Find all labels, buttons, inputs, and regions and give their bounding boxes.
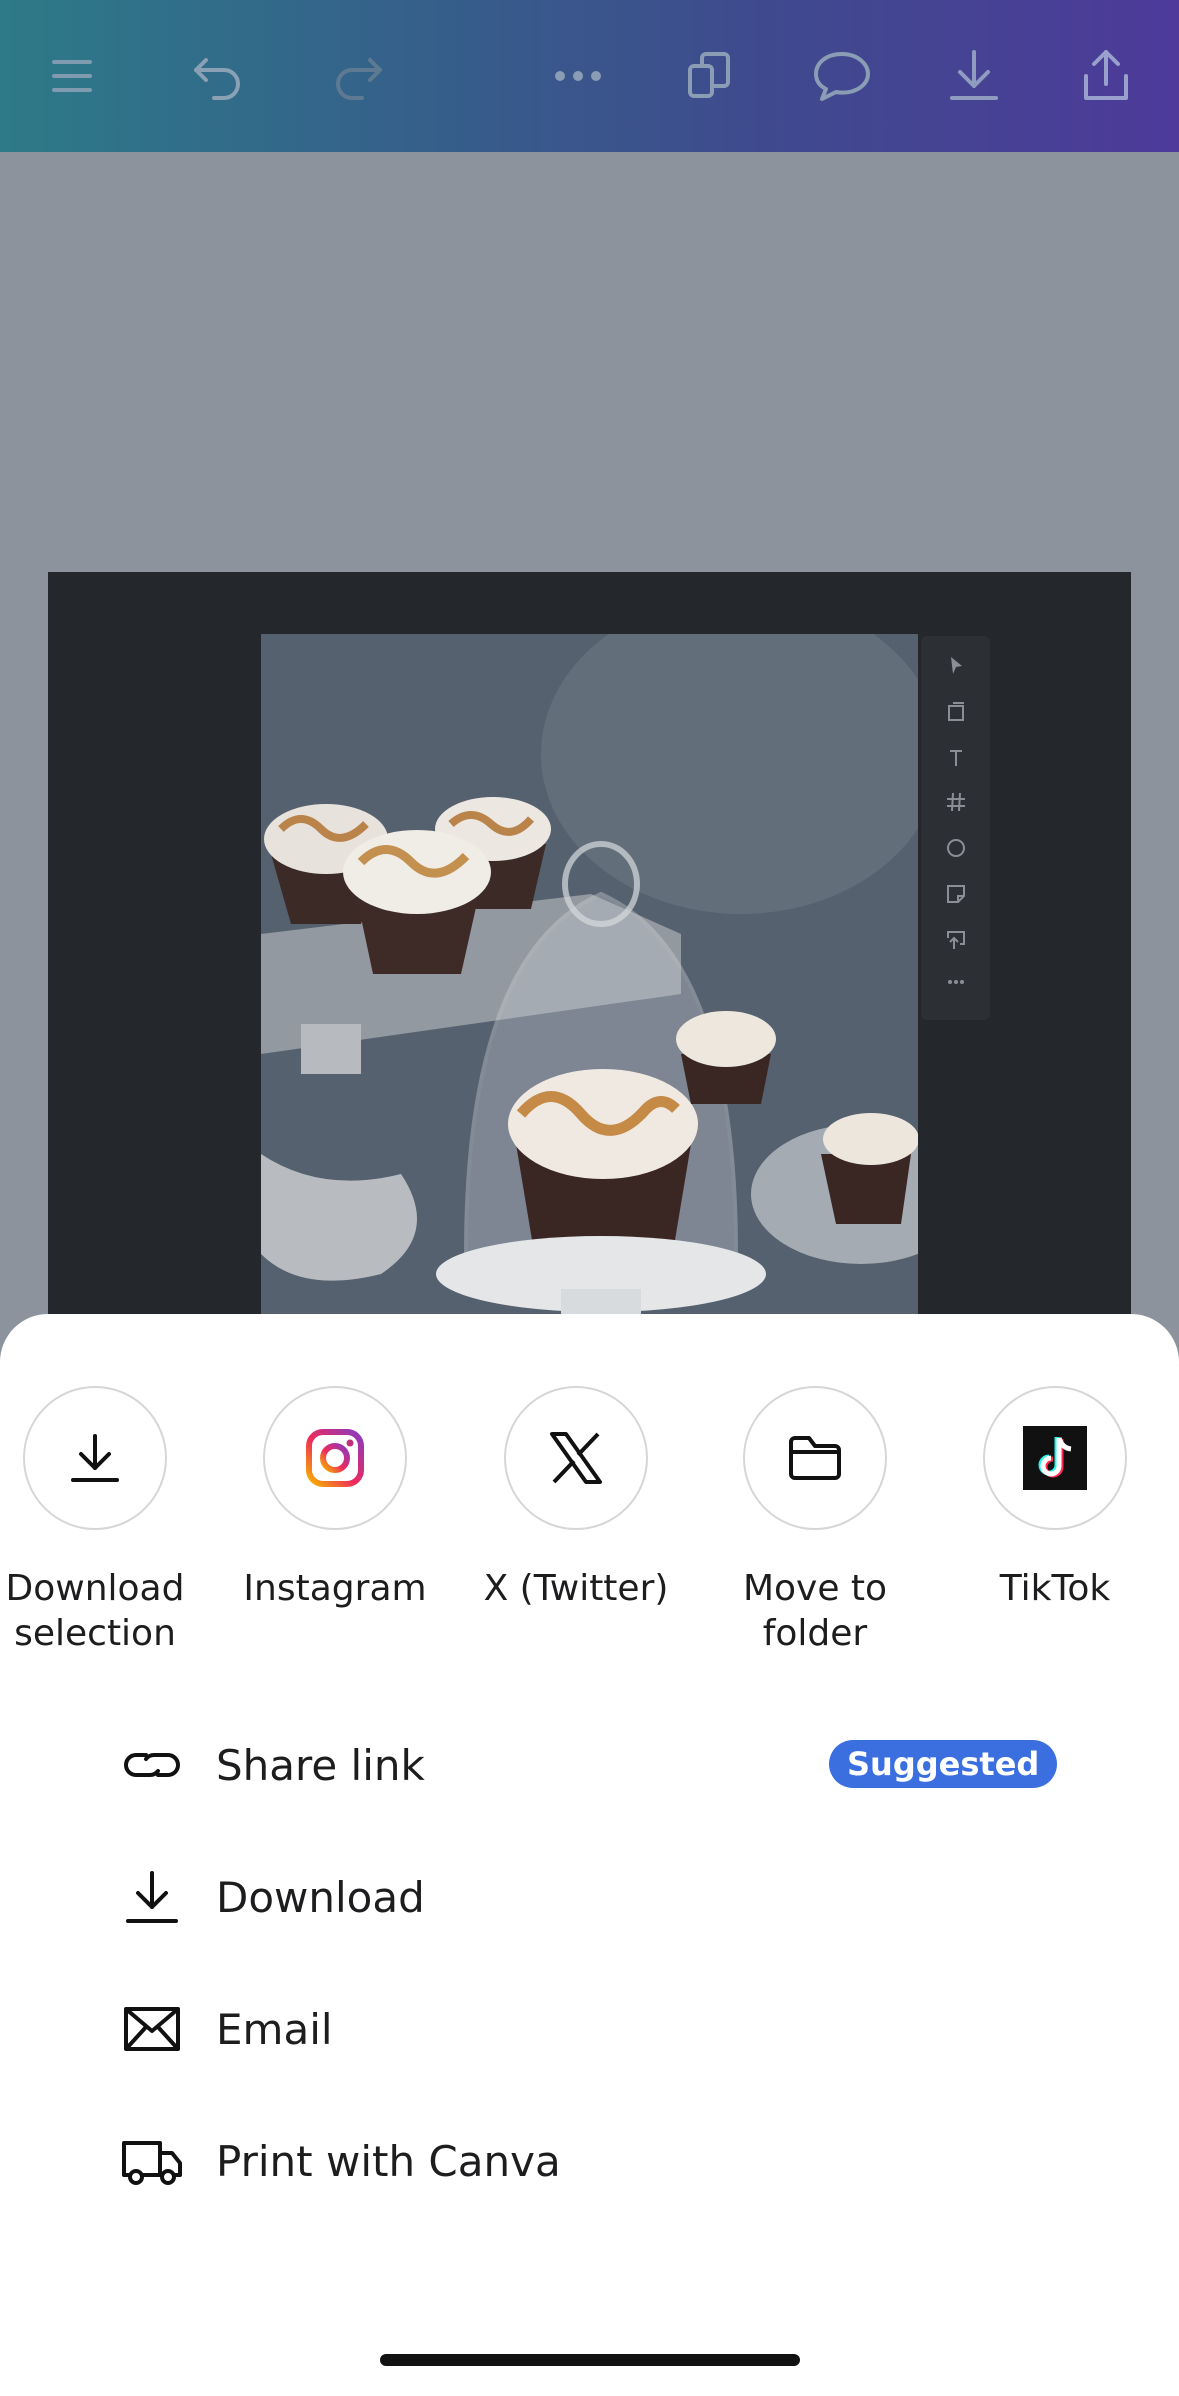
print-with-canva-label: Print with Canva: [216, 2136, 561, 2186]
instagram-icon: [306, 1429, 364, 1487]
undo-icon[interactable]: [182, 40, 254, 112]
redo-icon[interactable]: [322, 40, 394, 112]
email-option[interactable]: Email: [120, 1984, 1070, 2074]
truck-icon: [120, 2125, 192, 2197]
share-app-instagram[interactable]: Instagram: [215, 1386, 455, 1611]
print-with-canva-option[interactable]: Print with Canva: [120, 2116, 1070, 2206]
comment-icon[interactable]: [806, 40, 878, 112]
tiktok-icon: [1023, 1426, 1087, 1490]
share-app-label: Move to folder: [742, 1568, 888, 1654]
pointer-icon[interactable]: [921, 646, 990, 686]
top-toolbar: [0, 0, 1179, 152]
x-twitter-icon: [550, 1432, 602, 1484]
share-app-label: Download selection: [5, 1568, 185, 1654]
text-icon[interactable]: [921, 738, 990, 778]
share-app-download-selection[interactable]: Download selection: [0, 1386, 215, 1656]
share-app-move-to-folder[interactable]: Move to folder: [695, 1386, 935, 1656]
share-app-tiktok[interactable]: TikTok: [935, 1386, 1175, 1611]
suggested-badge: Suggested: [829, 1740, 1058, 1788]
share-sheet: Download selection Instagram X (Twitter)…: [0, 1314, 1179, 2396]
circle-icon[interactable]: [921, 828, 990, 868]
menu-icon[interactable]: [36, 40, 108, 112]
more-icon[interactable]: [921, 962, 990, 1002]
download-icon: [120, 1861, 192, 1933]
pages-icon[interactable]: [674, 40, 746, 112]
download-icon[interactable]: [938, 40, 1010, 112]
link-icon: [120, 1729, 192, 1801]
download-option[interactable]: Download: [120, 1852, 1070, 1942]
share-app-x-twitter[interactable]: X (Twitter): [456, 1386, 696, 1611]
download-icon: [71, 1434, 119, 1482]
grid-icon[interactable]: [921, 782, 990, 822]
sticky-icon[interactable]: [921, 874, 990, 914]
email-icon: [120, 1993, 192, 2065]
side-toolbar: [921, 636, 990, 1020]
cupcake-photo[interactable]: [261, 634, 918, 1352]
tiktok-button[interactable]: [983, 1386, 1127, 1530]
share-app-label: Instagram: [243, 1568, 427, 1609]
share-link-label: Share link: [216, 1740, 425, 1790]
more-icon[interactable]: [542, 40, 614, 112]
share-icon[interactable]: [1070, 40, 1142, 112]
download-label: Download: [216, 1872, 425, 1922]
email-label: Email: [216, 2004, 333, 2054]
frame-icon[interactable]: [921, 692, 990, 732]
download-selection-button[interactable]: [23, 1386, 167, 1530]
share-app-label: TikTok: [999, 1568, 1111, 1609]
instagram-button[interactable]: [263, 1386, 407, 1530]
x-twitter-button[interactable]: [504, 1386, 648, 1530]
upload-icon[interactable]: [921, 920, 990, 960]
folder-icon: [789, 1436, 841, 1480]
move-to-folder-button[interactable]: [743, 1386, 887, 1530]
home-indicator: [380, 2354, 800, 2366]
share-link-option[interactable]: Share link Suggested: [120, 1720, 1070, 1810]
share-app-label: X (Twitter): [483, 1568, 669, 1609]
